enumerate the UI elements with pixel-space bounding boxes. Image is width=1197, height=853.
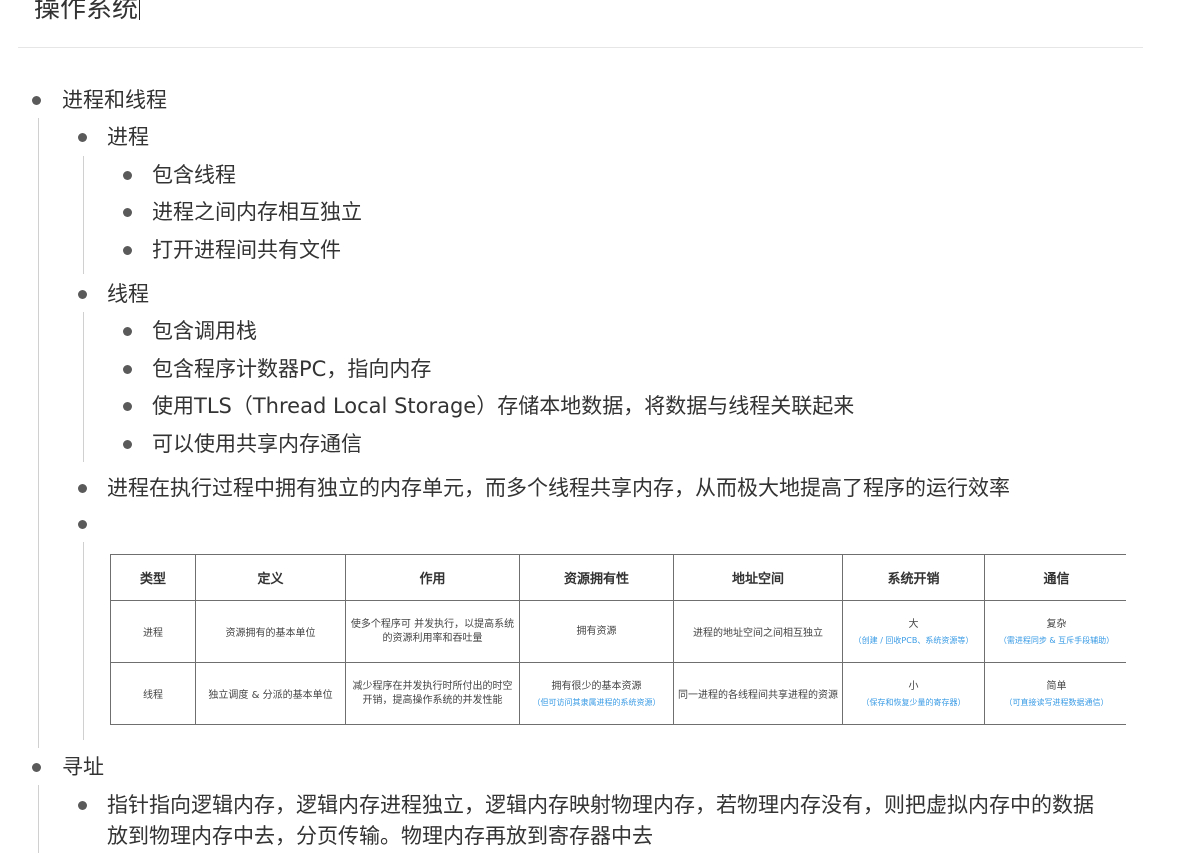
bullet-dot [78, 801, 87, 810]
table-cell: 使多个程序可 并发执行，以提高系统的资源利用率和吞吐量 [345, 600, 520, 663]
table-cell: 拥有很少的基本资源 （但可访问其隶属进程的系统资源） [519, 662, 674, 725]
table-cell: 进程 [110, 600, 196, 663]
outline-item-process-detail[interactable]: 包含线程 [152, 160, 236, 190]
cell-note: （保存和恢复少量的寄存器） [861, 697, 966, 707]
cell-note: （需进程同步 & 互斥手段辅助） [998, 635, 1115, 645]
comparison-table: 类型 定义 作用 资源拥有性 地址空间 系统开销 通信 进程 资源拥有的基本单位… [110, 554, 1126, 725]
outline-item-thread[interactable]: 线程 [107, 279, 149, 309]
column-header: 作用 [345, 554, 520, 601]
bullet-dot [32, 763, 41, 772]
outline-item-thread-detail[interactable]: 可以使用共享内存通信 [152, 429, 362, 459]
bullet-dot [123, 440, 132, 449]
cell-text: 大 [908, 618, 919, 630]
outline-item-process-detail[interactable]: 进程之间内存相互独立 [152, 197, 362, 227]
outline-item-thread-detail[interactable]: 包含程序计数器PC，指向内存 [152, 354, 431, 384]
column-header: 类型 [110, 554, 196, 601]
comparison-table-image[interactable]: 类型 定义 作用 资源拥有性 地址空间 系统开销 通信 进程 资源拥有的基本单位… [110, 554, 1126, 726]
outline-item-addressing-detail-cont[interactable]: 放到物理内存中去，分页传输。物理内存再放到寄存器中去 [107, 821, 653, 851]
cell-text: 拥有很少的基本资源 [551, 680, 642, 692]
bullet-dot [78, 520, 87, 529]
table-row: 进程 资源拥有的基本单位 使多个程序可 并发执行，以提高系统的资源利用率和吞吐量… [110, 600, 1126, 663]
bullet-dot [32, 96, 41, 105]
outline-item-process[interactable]: 进程 [107, 122, 149, 152]
outline-item-summary[interactable]: 进程在执行过程中拥有独立的内存单元，而多个线程共享内存，从而极大地提高了程序的运… [107, 473, 1010, 503]
indent-guide-table [83, 542, 84, 740]
cell-text: 小 [908, 680, 919, 692]
bullet-dot [78, 290, 87, 299]
bullet-dot [78, 133, 87, 142]
outline-item-thread-detail[interactable]: 使用TLS（Thread Local Storage）存储本地数据，将数据与线程… [152, 391, 854, 421]
indent-guide-l1 [38, 118, 39, 748]
indent-guide-process [83, 156, 84, 274]
column-header: 通信 [984, 554, 1126, 601]
table-cell: 减少程序在并发执行时所付出的时空开销，提高操作系统的并发性能 [345, 662, 520, 725]
outline-item-thread-detail[interactable]: 包含调用栈 [152, 316, 257, 346]
table-cell: 同一进程的各线程间共享进程的资源 [673, 662, 843, 725]
document-title-text: 操作系统 [34, 0, 139, 24]
table-header-row: 类型 定义 作用 资源拥有性 地址空间 系统开销 通信 [110, 554, 1126, 601]
outline-item-processes-threads[interactable]: 进程和线程 [62, 85, 167, 115]
outline-item-process-detail[interactable]: 打开进程间共有文件 [152, 235, 341, 265]
bullet-dot [78, 484, 87, 493]
bullet-dot [123, 246, 132, 255]
text-caret [139, 0, 141, 20]
cell-note: （但可访问其隶属进程的系统资源） [532, 697, 661, 707]
cell-text: 拥有资源 [576, 625, 617, 637]
bullet-dot [123, 208, 132, 217]
table-cell: 资源拥有的基本单位 [195, 600, 346, 663]
outline-item-addressing[interactable]: 寻址 [62, 752, 104, 782]
cell-note: （可直接读写进程数据通信） [1004, 697, 1109, 707]
title-divider [18, 47, 1143, 48]
table-cell: 小 （保存和恢复少量的寄存器） [842, 662, 985, 725]
bullet-dot [123, 402, 132, 411]
table-cell: 独立调度 & 分派的基本单位 [195, 662, 346, 725]
column-header: 系统开销 [842, 554, 985, 601]
indent-guide-addressing [38, 785, 39, 853]
outline-item-addressing-detail[interactable]: 指针指向逻辑内存，逻辑内存进程独立，逻辑内存映射物理内存，若物理内存没有，则把虚… [107, 790, 1094, 820]
bullet-dot [123, 327, 132, 336]
cell-note: （创建 / 回收PCB、系统资源等） [853, 635, 974, 645]
table-cell: 拥有资源 [519, 600, 674, 663]
table-cell: 进程的地址空间之间相互独立 [673, 600, 843, 663]
table-cell: 大 （创建 / 回收PCB、系统资源等） [842, 600, 985, 663]
bullet-dot [123, 365, 132, 374]
cell-text: 使多个程序可 并发执行，以提高系统的资源利用率和吞吐量 [350, 618, 515, 644]
table-cell: 复杂 （需进程同步 & 互斥手段辅助） [984, 600, 1126, 663]
bullet-dot [123, 171, 132, 180]
column-header: 定义 [195, 554, 346, 601]
document-title[interactable]: 操作系统 [34, 0, 141, 25]
indent-guide-thread [83, 312, 84, 462]
column-header: 地址空间 [673, 554, 843, 601]
column-header: 资源拥有性 [519, 554, 674, 601]
table-row: 线程 独立调度 & 分派的基本单位 减少程序在并发执行时所付出的时空开销，提高操… [110, 662, 1126, 725]
table-cell: 线程 [110, 662, 196, 725]
cell-text: 减少程序在并发执行时所付出的时空开销，提高操作系统的并发性能 [352, 680, 513, 706]
cell-text: 简单 [1046, 680, 1067, 692]
cell-text: 复杂 [1046, 618, 1067, 630]
table-cell: 简单 （可直接读写进程数据通信） [984, 662, 1126, 725]
